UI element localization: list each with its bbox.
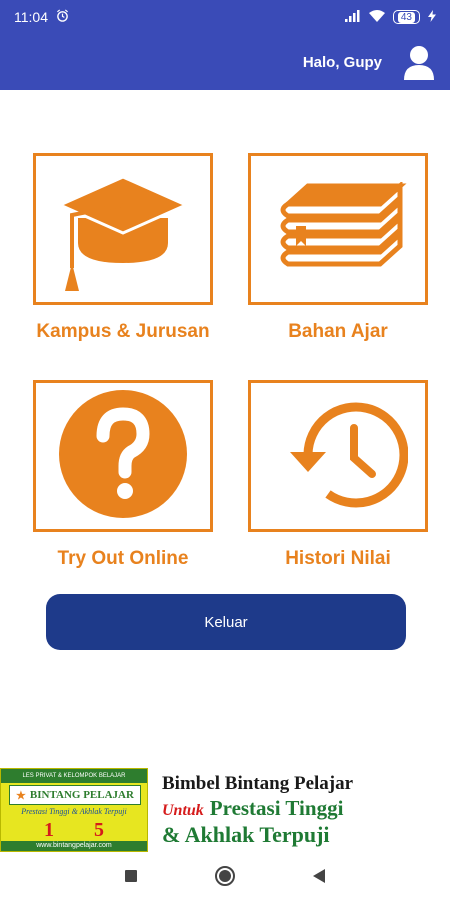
menu-tile-histori-nilai[interactable] <box>248 380 428 532</box>
alarm-icon <box>56 9 69 25</box>
banner-grade-to: 5 <box>94 819 104 841</box>
back-icon[interactable] <box>307 864 331 888</box>
banner-logo-brand-text: BINTANG PELAJAR <box>29 789 134 801</box>
battery-icon: 43 <box>392 10 420 24</box>
banner-subline: Untuk Prestasi Tinggi <box>162 796 450 821</box>
menu-label-histori-nilai[interactable]: Histori Nilai <box>228 548 448 570</box>
charging-icon <box>428 9 436 25</box>
banner-logo: LES PRIVAT & KELOMPOK BELAJAR ★ BINTANG … <box>0 768 148 852</box>
banner-logo-url: www.bintangpelajar.com <box>1 841 147 851</box>
menu-tile-try-out-online[interactable] <box>33 380 213 532</box>
banner-prestasi: Prestasi Tinggi <box>209 795 344 820</box>
greeting-text: Halo, Gupy <box>302 53 382 71</box>
promo-banner[interactable]: LES PRIVAT & KELOMPOK BELAJAR ★ BINTANG … <box>0 768 450 852</box>
banner-grade-from: 1 <box>44 819 54 841</box>
status-bar: 11:04 43 <box>0 0 450 34</box>
system-nav-bar <box>0 852 450 900</box>
banner-logo-grades: 1 5 <box>1 819 147 842</box>
books-icon <box>268 179 408 277</box>
battery-level: 43 <box>397 11 415 23</box>
status-time: 11:04 <box>14 9 48 25</box>
banner-logo-brand: ★ BINTANG PELAJAR <box>9 785 141 805</box>
banner-logo-tagline: Prestasi Tinggi & Akhlak Terpuji <box>21 807 127 816</box>
user-avatar-icon[interactable] <box>402 44 436 80</box>
menu-tile-bahan-ajar[interactable] <box>248 153 428 305</box>
banner-logo-top: LES PRIVAT & KELOMPOK BELAJAR <box>1 769 147 783</box>
app-bar: Halo, Gupy <box>0 34 450 90</box>
home-icon[interactable] <box>213 864 237 888</box>
history-icon <box>268 394 409 519</box>
menu-label-try-out-online[interactable]: Try Out Online <box>13 548 233 570</box>
banner-headline: Bimbel Bintang Pelajar <box>162 772 354 794</box>
signal-icon <box>344 9 361 25</box>
menu-label-kampus-jurusan[interactable]: Kampus & Jurusan <box>13 321 233 343</box>
banner-text: Bimbel Bintang Pelajar Untuk Prestasi Tin… <box>148 768 450 852</box>
recents-icon[interactable] <box>119 864 143 888</box>
logout-button[interactable]: Keluar <box>46 594 406 650</box>
wifi-icon <box>368 9 385 25</box>
question-icon <box>57 388 189 525</box>
banner-akhlak: & Akhlak Terpuji <box>162 821 330 847</box>
star-icon: ★ <box>16 789 26 802</box>
menu-label-bahan-ajar[interactable]: Bahan Ajar <box>228 321 448 343</box>
menu-tile-kampus-jurusan[interactable] <box>33 153 213 305</box>
banner-untuk: Untuk <box>162 801 204 819</box>
graduation-cap-icon <box>56 163 190 296</box>
